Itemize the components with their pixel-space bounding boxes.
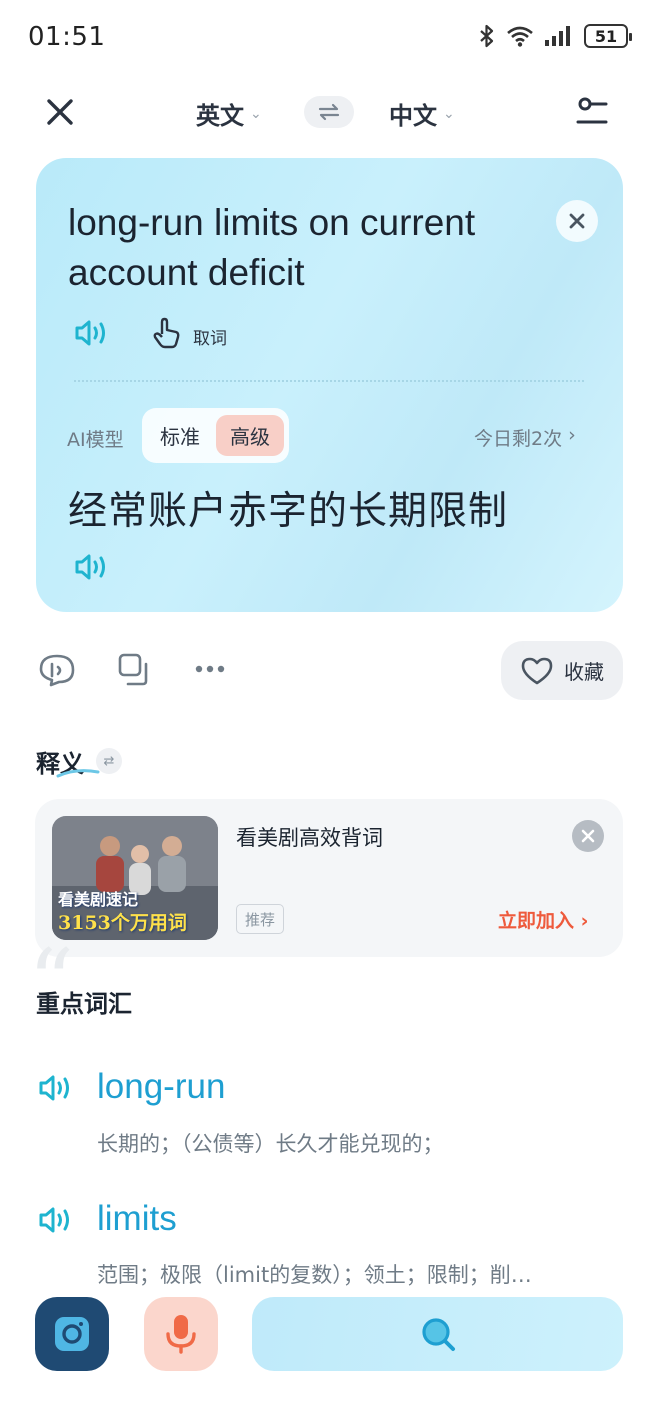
quota-text: 今日剩2次 xyxy=(474,428,563,450)
speaker-icon xyxy=(75,554,105,580)
pick-word-button[interactable] xyxy=(150,316,184,350)
source-language-label: 英文 xyxy=(196,102,244,130)
wifi-icon xyxy=(507,26,533,47)
bluetooth-icon xyxy=(480,24,494,48)
vocab-word[interactable]: long-run xyxy=(97,1067,225,1107)
chevron-right-icon: › xyxy=(568,424,576,446)
speaker-icon xyxy=(39,1075,69,1101)
model-standard-option[interactable]: 标准 xyxy=(148,415,212,456)
status-icons: 51 xyxy=(478,24,632,48)
camera-translate-button[interactable] xyxy=(35,1297,109,1371)
chevron-down-icon: ⌄ xyxy=(250,105,262,122)
target-language-selector[interactable]: 中文 ⌄ xyxy=(389,96,455,131)
source-speaker-button[interactable] xyxy=(74,318,110,348)
vocab-speaker-button[interactable] xyxy=(38,1205,74,1235)
clear-input-button[interactable] xyxy=(556,200,598,242)
definition-toggle-button[interactable]: ⇄ xyxy=(96,748,122,774)
quota-link[interactable]: 今日剩2次 › xyxy=(474,424,576,451)
promo-recommend-tag: 推荐 xyxy=(236,904,284,934)
battery-level: 51 xyxy=(594,26,618,46)
card-divider xyxy=(74,380,584,382)
promo-thumbnail[interactable]: 看美剧速记 3153个万用词 xyxy=(52,816,218,940)
copy-button[interactable] xyxy=(115,652,155,688)
battery-indicator: 51 xyxy=(584,24,632,48)
title-underline-decoration xyxy=(56,769,100,778)
close-button[interactable] xyxy=(40,92,80,132)
favorite-button[interactable]: 收藏 xyxy=(501,641,623,700)
model-advanced-option[interactable]: 高级 xyxy=(216,415,284,456)
source-language-selector[interactable]: 英文 ⌄ xyxy=(196,96,262,131)
vocab-speaker-button[interactable] xyxy=(38,1073,74,1103)
speaker-icon xyxy=(39,1207,69,1233)
copy-icon xyxy=(118,653,148,686)
target-language-label: 中文 xyxy=(389,102,437,130)
pick-word-label[interactable]: 取词 xyxy=(193,324,227,349)
promo-close-button[interactable] xyxy=(572,820,604,852)
settings-sliders-icon xyxy=(576,97,608,124)
vocab-definition: 长期的；（公债等）长久才能兑现的； xyxy=(97,1132,444,1156)
settings-button[interactable] xyxy=(572,92,612,132)
ai-model-label: AI模型 xyxy=(67,429,124,451)
pronunciation-practice-button[interactable] xyxy=(37,652,77,688)
camera-icon xyxy=(55,1317,89,1351)
promo-join-link[interactable]: 立即加入 › xyxy=(498,906,588,933)
heart-icon xyxy=(521,657,553,684)
search-icon xyxy=(421,1318,455,1351)
more-button[interactable] xyxy=(192,652,232,688)
swap-languages-button[interactable] xyxy=(304,96,354,128)
vocab-word[interactable]: limits xyxy=(97,1199,177,1239)
key-vocab-section-title: 重点词汇 xyxy=(36,990,132,1018)
more-dots-icon xyxy=(195,665,225,673)
speech-bubble-icon xyxy=(39,654,75,687)
status-time: 01:51 xyxy=(28,22,106,52)
chevron-down-icon: ⌄ xyxy=(443,105,455,122)
translation-text: 经常账户赤字的长期限制 xyxy=(68,489,509,534)
search-button[interactable] xyxy=(252,1297,623,1371)
close-icon xyxy=(581,829,595,843)
close-icon xyxy=(47,99,73,125)
favorite-label: 收藏 xyxy=(564,660,604,684)
promo-thumb-line1: 看美剧速记 xyxy=(58,890,139,909)
microphone-icon xyxy=(166,1315,196,1354)
close-icon xyxy=(569,213,585,229)
promo-title: 看美剧高效背词 xyxy=(236,826,383,850)
swap-icon xyxy=(318,103,340,121)
translation-speaker-button[interactable] xyxy=(74,552,110,582)
voice-translate-button[interactable] xyxy=(144,1297,218,1371)
speaker-icon xyxy=(75,320,105,346)
source-text[interactable]: long-run limits on current account defic… xyxy=(68,198,538,298)
hand-pointer-icon xyxy=(153,317,180,349)
signal-icon xyxy=(545,26,570,46)
promo-thumb-line2: 3153个万用词 xyxy=(58,912,187,934)
vocab-definition: 范围；极限（limit的复数）；领土；限制；削… xyxy=(97,1263,532,1287)
swap-icon: ⇄ xyxy=(103,753,115,769)
